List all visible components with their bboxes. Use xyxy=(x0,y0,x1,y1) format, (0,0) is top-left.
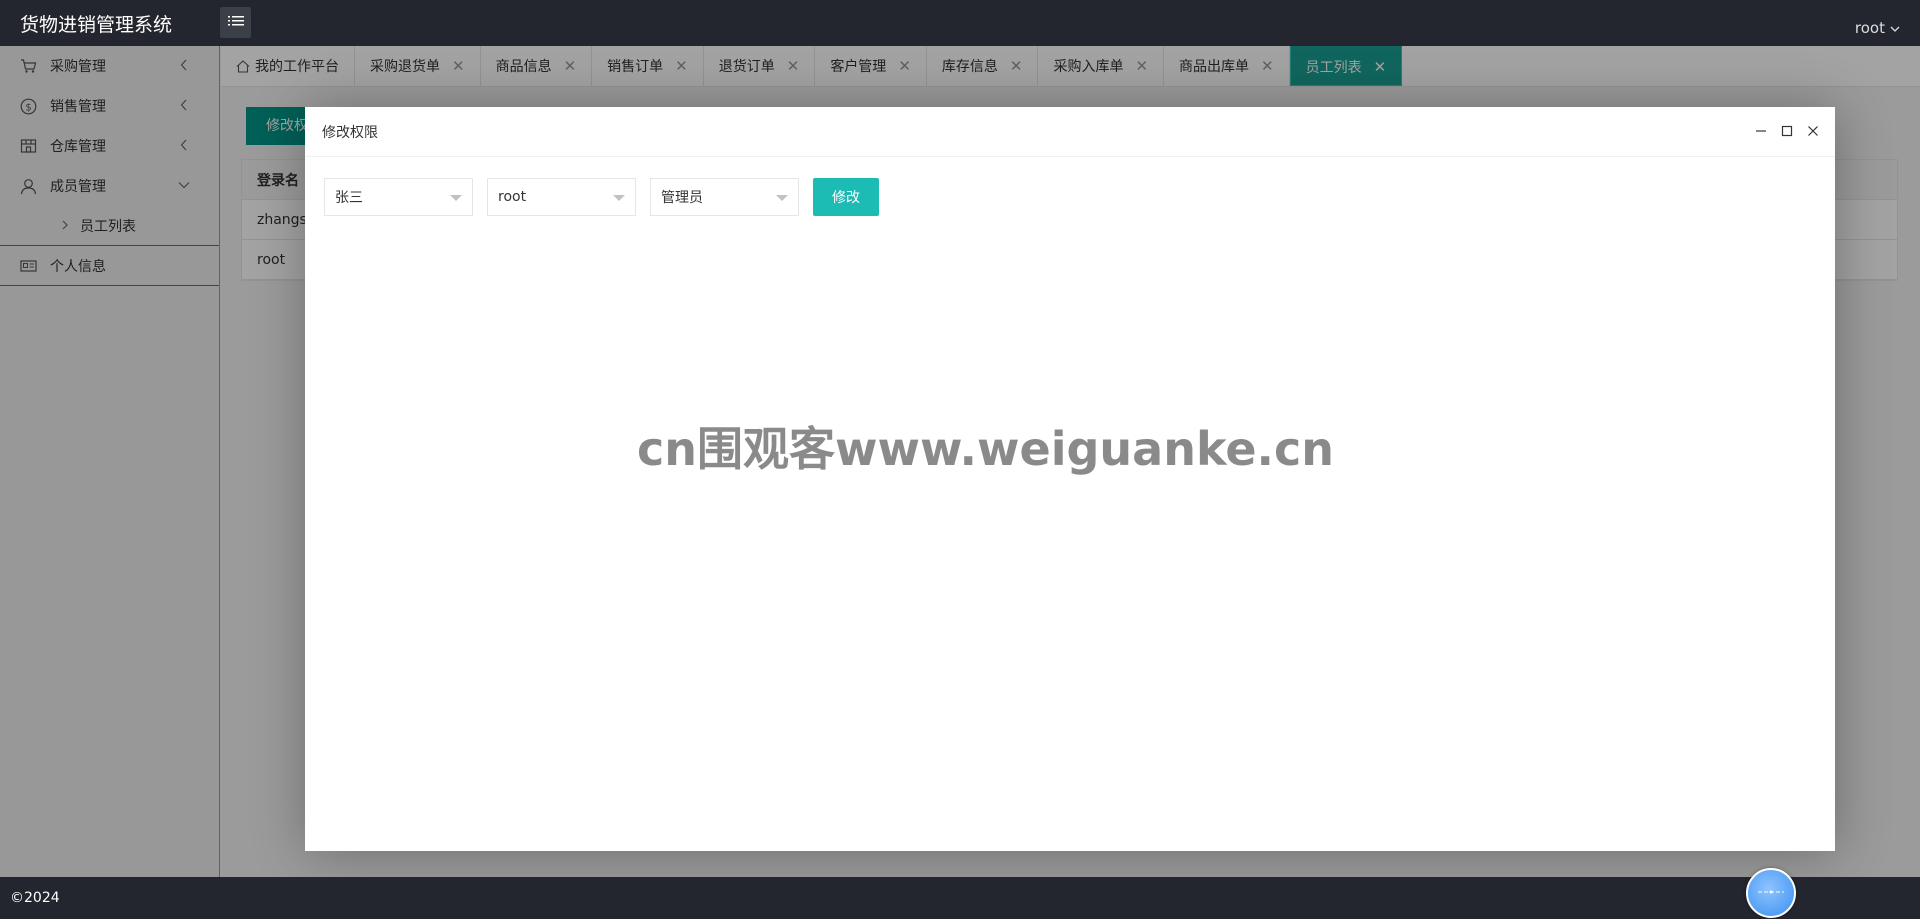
user-name: root xyxy=(1854,19,1885,37)
select-value: root xyxy=(498,189,527,205)
footer: ©2024 xyxy=(0,877,1920,919)
submit-button[interactable]: 修改 xyxy=(813,178,879,216)
app-title: 货物进销管理系统 xyxy=(20,14,173,36)
copyright: ©2024 xyxy=(10,890,60,906)
caret-down-icon xyxy=(450,195,462,201)
floating-assistant-button[interactable] xyxy=(1746,868,1796,918)
assistant-icon xyxy=(1756,885,1786,901)
role-select[interactable]: 管理员 xyxy=(650,178,799,216)
menu-toggle-button[interactable] xyxy=(220,7,251,38)
dialog-title: 修改权限 xyxy=(322,124,378,141)
username-select[interactable]: root xyxy=(487,178,636,216)
dialog-controls xyxy=(1754,124,1820,138)
close-icon[interactable] xyxy=(1806,124,1820,138)
select-value: 管理员 xyxy=(661,190,703,206)
maximize-icon[interactable] xyxy=(1780,124,1794,138)
select-value: 张三 xyxy=(335,190,363,206)
dialog-header: 修改权限 xyxy=(305,107,1835,157)
edit-permission-dialog: 修改权限 张三 root 管理员 修改 cn围观客www.weiguanke.c… xyxy=(305,107,1835,851)
user-menu[interactable]: root xyxy=(1855,19,1900,37)
caret-down-icon xyxy=(613,195,625,201)
top-header: 货物进销管理系统 root xyxy=(0,0,1920,46)
chevron-down-icon xyxy=(1890,19,1900,37)
minimize-icon[interactable] xyxy=(1754,124,1768,138)
employee-select[interactable]: 张三 xyxy=(324,178,473,216)
caret-down-icon xyxy=(776,195,788,201)
permission-form: 张三 root 管理员 修改 xyxy=(324,178,879,216)
list-icon xyxy=(227,15,244,31)
watermark: cn围观客www.weiguanke.cn xyxy=(637,422,1335,476)
